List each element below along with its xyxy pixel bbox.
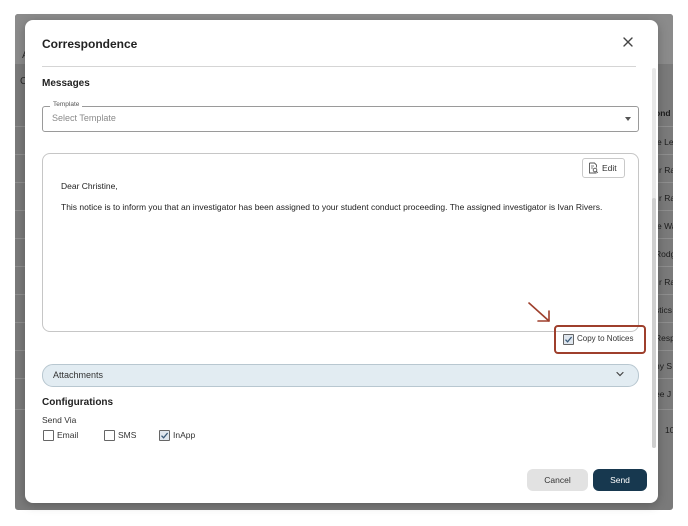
send-via-label: Send Via xyxy=(42,415,77,425)
background-fragment: e Wa xyxy=(657,221,673,231)
edit-button[interactable]: Edit xyxy=(582,158,625,178)
configurations-heading: Configurations xyxy=(42,397,114,408)
sms-label: SMS xyxy=(118,430,137,440)
copy-to-notices-highlight: Copy to Notices xyxy=(554,325,646,354)
background-fragment: 10 xyxy=(665,425,673,435)
checkmark-icon xyxy=(161,432,169,439)
email-checkbox[interactable] xyxy=(43,430,54,441)
email-label: Email xyxy=(57,430,79,440)
cancel-label: Cancel xyxy=(544,475,571,485)
inapp-checkbox[interactable] xyxy=(159,430,170,441)
attachments-accordion[interactable]: Attachments xyxy=(42,364,639,387)
correspondence-dialog: Correspondence Messages Template Select … xyxy=(25,20,658,503)
messages-heading: Messages xyxy=(42,78,90,89)
dialog-scrollbar[interactable] xyxy=(652,68,656,448)
cancel-button[interactable]: Cancel xyxy=(527,469,588,491)
sms-checkbox[interactable] xyxy=(104,430,115,441)
attachments-label: Attachments xyxy=(53,370,104,380)
template-placeholder: Select Template xyxy=(52,113,116,123)
background-fragment: r Ra xyxy=(659,277,673,287)
copy-to-notices-label: Copy to Notices xyxy=(577,334,634,343)
message-body: This notice is to inform you that an inv… xyxy=(61,202,603,212)
send-label: Send xyxy=(610,475,630,485)
template-select[interactable]: Template Select Template xyxy=(42,101,639,132)
copy-to-notices-checkbox[interactable] xyxy=(563,334,574,345)
background-fragment: r Ra xyxy=(659,165,673,175)
checkmark-icon xyxy=(565,336,573,343)
dropdown-arrow-icon xyxy=(625,117,631,121)
close-icon xyxy=(623,37,633,47)
header-divider xyxy=(42,66,636,67)
send-button[interactable]: Send xyxy=(593,469,647,491)
dialog-title: Correspondence xyxy=(42,37,138,51)
document-search-icon xyxy=(589,162,599,174)
message-greeting: Dear Christine, xyxy=(61,181,118,191)
edit-label: Edit xyxy=(602,163,617,173)
background-fragment: r Ra xyxy=(659,193,673,203)
scrollbar-thumb[interactable] xyxy=(652,198,656,448)
chevron-down-icon xyxy=(616,371,624,377)
close-button[interactable] xyxy=(621,35,635,49)
template-legend: Template xyxy=(50,101,83,108)
annotation-arrow-icon xyxy=(528,302,550,322)
background-fragment: e Le xyxy=(657,137,673,147)
inapp-label: InApp xyxy=(173,430,196,440)
